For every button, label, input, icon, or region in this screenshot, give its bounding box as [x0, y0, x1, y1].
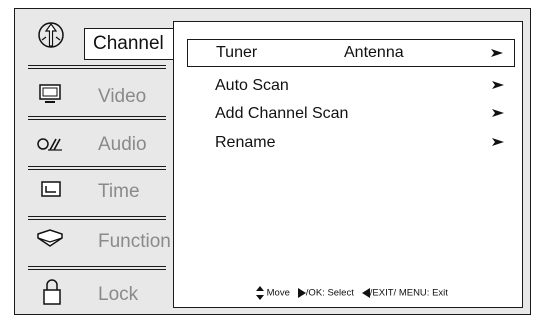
sidebar-item-time[interactable]: Time — [98, 181, 140, 203]
sidebar-item-label: Channel — [93, 33, 164, 54]
tuner-value: Antenna — [344, 44, 404, 61]
menu-item-tuner[interactable]: Tuner Antenna — [187, 39, 515, 67]
menu-item-label: Add Channel Scan — [215, 105, 349, 122]
lock-icon — [42, 278, 62, 306]
sidebar-divider — [28, 116, 166, 120]
sidebar-divider — [28, 166, 166, 170]
menu-item-label: Tuner — [216, 44, 258, 61]
menu-item-label: Rename — [215, 134, 276, 151]
sidebar-divider — [28, 65, 166, 69]
menu-item-rename[interactable]: Rename — [187, 131, 515, 155]
play-right-icon — [297, 288, 306, 298]
sidebar-item-lock[interactable]: Lock — [98, 284, 138, 306]
sidebar-item-function[interactable]: Function — [98, 231, 171, 253]
arrow-right-icon — [492, 138, 504, 146]
help-exit-label: /EXIT/ MENU: Exit — [369, 287, 448, 299]
arrow-right-icon — [492, 81, 504, 89]
help-bar: Move /OK: Select /EXIT/ MENU: Exit — [256, 286, 448, 300]
menu-item-auto-scan[interactable]: Auto Scan — [187, 74, 515, 98]
menu-item-label: Auto Scan — [215, 77, 289, 94]
sidebar-item-video[interactable]: Video — [98, 86, 146, 108]
function-icon — [36, 228, 64, 250]
antenna-icon — [36, 20, 66, 50]
arrow-right-icon — [491, 49, 503, 57]
monitor-icon — [38, 83, 62, 105]
sidebar-divider — [28, 216, 166, 220]
sidebar-divider — [28, 266, 166, 270]
help-select-label: /OK: Select — [305, 287, 354, 299]
time-icon — [40, 180, 62, 200]
up-down-arrow-icon — [256, 286, 264, 300]
play-left-icon — [361, 288, 370, 298]
sidebar-item-audio[interactable]: Audio — [98, 134, 147, 156]
audio-icon — [36, 136, 66, 156]
menu-item-add-channel-scan[interactable]: Add Channel Scan — [187, 102, 515, 126]
help-move-label: Move — [266, 287, 290, 299]
arrow-right-icon — [492, 109, 504, 117]
